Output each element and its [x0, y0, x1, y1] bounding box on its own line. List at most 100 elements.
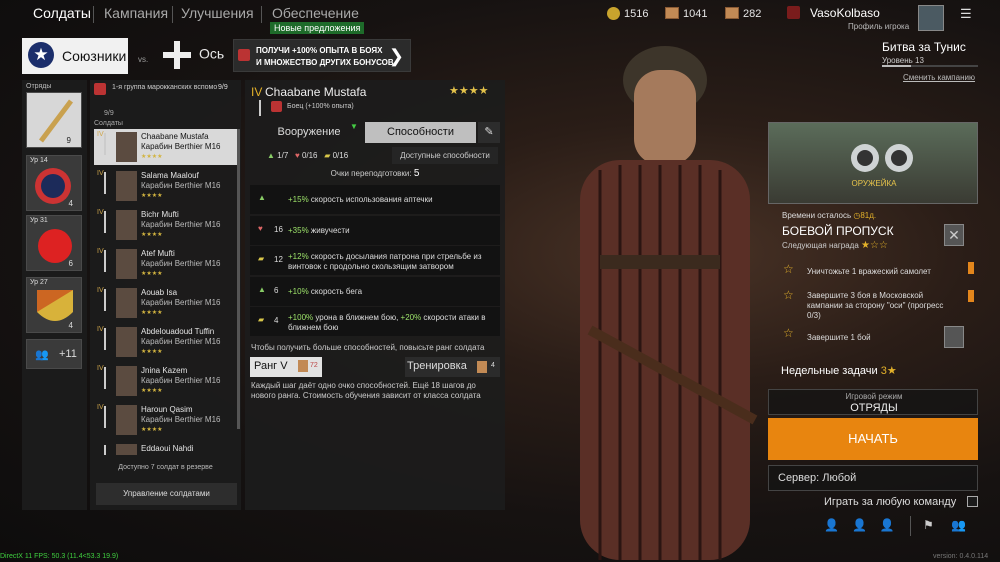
class-label: Боец — [287, 103, 304, 110]
rank-hint: Чтобы получить больше способностей, повы… — [251, 343, 485, 352]
soldier-name: Salama Maalouf — [141, 171, 199, 180]
battlepass-banner[interactable]: ОРУЖЕЙКА — [768, 122, 978, 204]
edit-pencil-icon[interactable]: ✎ — [478, 122, 500, 143]
skill-cost: 4 — [274, 316, 279, 325]
tickets-a-value: 1041 — [683, 8, 708, 20]
tab-weapons[interactable]: Вооружение — [253, 122, 365, 143]
game-mode-value: ОТРЯДЫ — [850, 402, 898, 414]
heart-icon: ♥ — [294, 151, 300, 160]
squad-card[interactable]: Ур 31 6 — [26, 215, 82, 271]
rifle-icon — [104, 133, 106, 155]
ammo-icon: ▰ — [258, 315, 265, 324]
skill-medkit[interactable]: ▲ +15% скорость использования аптечки — [250, 185, 500, 214]
avatar[interactable] — [918, 5, 944, 31]
soldier-row[interactable]: IV Haroun Qasim Карабин Berthier M16 ★★★★ — [94, 402, 237, 438]
soldier-row[interactable]: IV Aouab Isa Карабин Berthier M16 ★★★★ — [94, 285, 237, 321]
training-button[interactable]: Тренировка 4 — [405, 357, 500, 377]
list-scrollbar[interactable] — [237, 129, 240, 429]
soldier-stars: ★★★★ — [141, 154, 163, 160]
more-squads-button[interactable]: 👥 +11 — [26, 339, 82, 369]
detail-name: Chaabane Mustafa — [265, 85, 367, 99]
premium-promo-banner[interactable]: ПОЛУЧИ +100% ОПЫТА В БОЯХ И МНОЖЕСТВО ДРУ… — [233, 39, 411, 72]
heart-icon: ♥ — [258, 224, 263, 233]
soldier-name: Abdelouadoud Tuffin — [141, 327, 215, 336]
soldier-rank: IV — [97, 326, 104, 333]
soldier-name: Atef Mufti — [141, 249, 175, 258]
skill-cost: 16 — [274, 225, 283, 234]
squad-card[interactable]: Ур 14 4 — [26, 155, 82, 211]
skill-value: +10% — [288, 287, 309, 296]
squad-emblem-icon — [94, 83, 106, 95]
silver-coin-icon — [607, 7, 620, 20]
available-abilities-button[interactable]: Доступные способности — [392, 147, 498, 164]
skill-rechamber[interactable]: ▰ 12 +12% скорость досылания патрона при с… — [250, 246, 500, 275]
start-button[interactable]: НАЧАТЬ — [768, 418, 978, 460]
tab-supply[interactable]: Обеспечение — [272, 5, 359, 21]
star-icon: ★ — [886, 365, 897, 377]
soldier-row[interactable]: IV Abdelouadoud Tuffin Карабин Berthier M1… — [94, 324, 237, 360]
rank-up-button[interactable]: Ранг V 72 — [250, 357, 322, 377]
soldier-stars: ★★★★ — [141, 232, 163, 238]
tab-soldiers[interactable]: Солдаты — [33, 5, 91, 21]
player-name[interactable]: VasoKolbaso — [810, 6, 880, 20]
soldier-stars: ★★★★ — [141, 193, 163, 199]
soldier-row[interactable]: IV Chaabane Mustafa Карабин Berthier M16 ★★… — [94, 129, 237, 165]
skill-melee[interactable]: ▰ 4 +100% урона в ближнем бою, +20% скорос… — [250, 307, 500, 336]
rifle-icon — [104, 367, 106, 389]
soldier-rank: IV — [97, 404, 104, 411]
add-friend-icon[interactable]: 👤 — [880, 518, 908, 532]
squad-card[interactable]: Ур 27 4 — [26, 277, 82, 333]
tab-campaign[interactable]: Кампания — [104, 5, 168, 21]
group-icon[interactable]: 👥 — [951, 518, 966, 532]
squad-level: Ур 27 — [30, 279, 48, 286]
nav-divider — [172, 6, 173, 23]
bookmark-icon[interactable] — [968, 262, 974, 274]
xp-bonus: (+100% опыта) — [305, 103, 354, 110]
menu-icon[interactable]: ☰ — [960, 6, 972, 22]
new-offers-badge[interactable]: Новые предложения — [270, 22, 365, 34]
soldier-row[interactable]: Eddaoui Nahdi — [94, 441, 237, 455]
reward-preview-icon[interactable]: ✕ — [944, 224, 964, 246]
skill-text: скорость досылания патрона при стрельбе … — [288, 252, 482, 271]
tab-abilities[interactable]: Способности — [365, 122, 476, 143]
bookmark-icon[interactable] — [968, 290, 974, 302]
soldier-stars: ★★★★ — [141, 349, 163, 355]
add-friend-icon[interactable]: 👤 — [852, 518, 880, 532]
reward-portrait-icon[interactable] — [944, 326, 964, 348]
flag-icon[interactable]: ⚑ — [923, 518, 934, 532]
soldier-row[interactable]: IV Bichr Mufti Карабин Berthier M16 ★★★★ — [94, 207, 237, 243]
game-mode-selector[interactable]: Игровой режим ОТРЯДЫ — [768, 389, 978, 415]
training-cost: 4 — [491, 362, 495, 369]
weekly-tasks[interactable]: Недельные задачи 3★ — [781, 364, 897, 377]
soldier-weapon: Карабин Berthier M16 — [141, 220, 221, 229]
squad-count: 9 — [66, 136, 71, 145]
next-reward: Следующая награда ★☆☆ — [782, 240, 888, 251]
soldier-weapon: Карабин Berthier M16 — [141, 337, 221, 346]
skill-value: +20% — [400, 313, 422, 322]
faction-axis[interactable]: Ось — [163, 41, 224, 69]
any-team-checkbox[interactable] — [967, 496, 978, 507]
ticket-icon — [665, 7, 679, 19]
squads-header: Отряды — [26, 83, 52, 90]
soldier-portrait — [116, 366, 137, 396]
add-friend-icon[interactable]: 👤 — [824, 518, 852, 532]
mortar-squad-icon — [35, 168, 71, 204]
rifle-icon — [104, 406, 106, 428]
faction-allies[interactable]: ★ Союзники — [22, 38, 128, 74]
squad-card[interactable]: 9 — [26, 92, 82, 148]
change-campaign-link[interactable]: Сменить кампанию — [903, 73, 975, 82]
server-selector[interactable]: Сервер: Любой — [768, 465, 978, 491]
skill-run-speed[interactable]: ▲ 6 +10% скорость бега — [250, 277, 500, 306]
tab-upgrades[interactable]: Улучшения — [181, 5, 254, 21]
skill-health[interactable]: ♥ 16 +35% живучести — [250, 216, 500, 245]
skill-text: скорость бега — [308, 287, 363, 296]
manage-soldiers-button[interactable]: Управление солдатами — [96, 483, 237, 505]
profile-label: Профиль игрока — [848, 22, 910, 31]
retrain-label: Очки переподготовки: — [330, 169, 412, 178]
ticket-icon — [298, 360, 308, 372]
soldier-row[interactable]: IV Atef Mufti Карабин Berthier M16 ★★★★ — [94, 246, 237, 282]
soldier-row[interactable]: IV Salama Maalouf Карабин Berthier M16 ★★★★ — [94, 168, 237, 204]
soldier-row[interactable]: IV Jnina Kazem Карабин Berthier M16 ★★★★ — [94, 363, 237, 399]
upgrade-available-icon: ▼ — [350, 122, 358, 131]
class-emblem-icon — [271, 101, 282, 112]
